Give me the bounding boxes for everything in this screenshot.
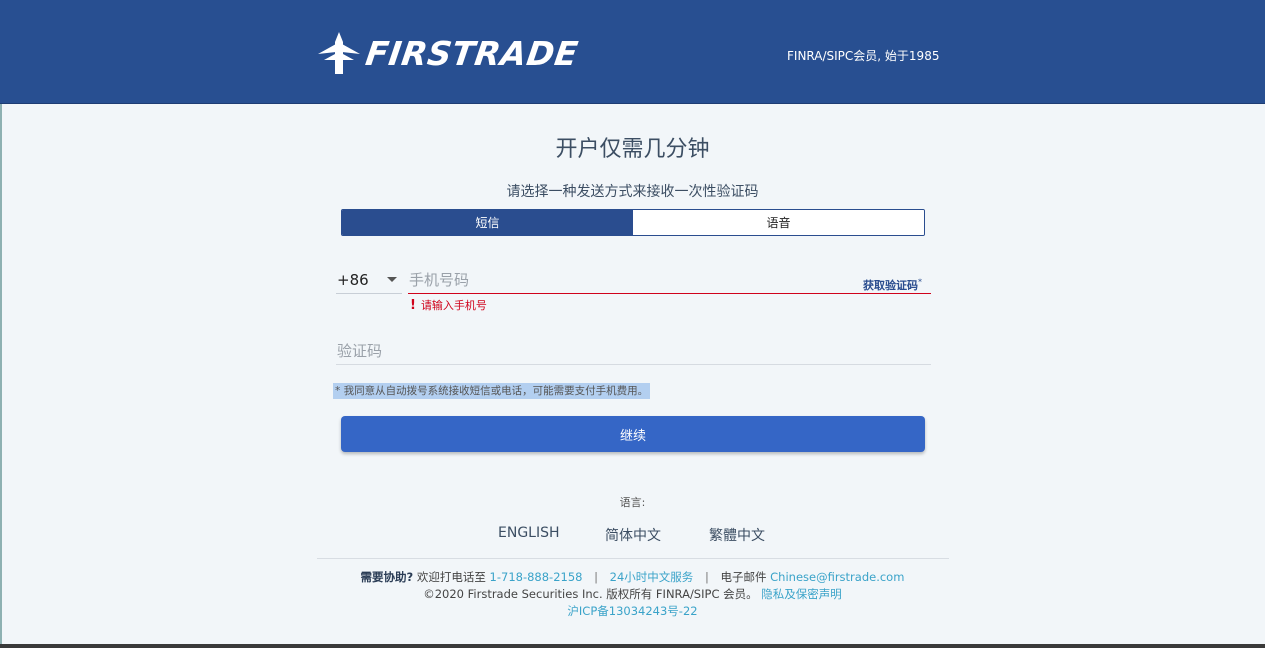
- separator: |: [594, 570, 598, 584]
- phone-error-text: 请输入手机号: [420, 299, 487, 312]
- country-code-value: +86: [337, 271, 369, 289]
- footer-copyright: ©2020 Firstrade Securities Inc. 版权所有 FIN…: [0, 586, 1265, 602]
- get-code-link[interactable]: 获取验证码*: [863, 277, 922, 293]
- country-code-select[interactable]: +86: [336, 266, 402, 294]
- exclamation-icon: !: [410, 297, 416, 313]
- language-english[interactable]: ENGLISH: [498, 525, 560, 541]
- privacy-link[interactable]: 隐私及保密声明: [761, 587, 842, 601]
- tab-sms[interactable]: 短信: [342, 210, 633, 235]
- consent-text: * 我同意从自动拨号系统接收短信或电话，可能需要支付手机费用。: [333, 383, 651, 399]
- page-title: 开户仅需几分钟: [555, 137, 710, 162]
- chinese-service-link[interactable]: 24小时中文服务: [610, 570, 694, 584]
- firstrade-logo[interactable]: FIRSTRADE: [316, 30, 581, 76]
- get-code-marker: *: [918, 277, 922, 287]
- language-simplified-chinese[interactable]: 简体中文: [605, 525, 661, 545]
- phone-row: +86 获取验证码*: [336, 266, 931, 294]
- delivery-method-toggle: 短信 语音: [341, 209, 925, 236]
- brand-name: FIRSTRADE: [363, 33, 581, 73]
- separator: |: [704, 570, 709, 584]
- tab-voice[interactable]: 语音: [633, 210, 924, 235]
- language-traditional-chinese[interactable]: 繁體中文: [709, 525, 765, 545]
- footer-icp: 沪ICP备13034243号-22: [0, 603, 1265, 619]
- language-label: 语言:: [619, 496, 646, 509]
- arrow-logo-icon: [318, 32, 360, 74]
- help-label: 需要协助?: [360, 570, 414, 584]
- phone-error-message: ! 请输入手机号: [410, 297, 487, 313]
- page-subtitle: 请选择一种发送方式来接收一次性验证码: [506, 184, 759, 200]
- phone-link[interactable]: 1-718-888-2158: [490, 570, 583, 584]
- header-bar: FIRSTRADE FINRA/SIPC会员, 始于1985: [0, 0, 1265, 104]
- get-code-label: 获取验证码: [863, 279, 918, 292]
- copyright-text: ©2020 Firstrade Securities Inc. 版权所有 FIN…: [423, 587, 758, 601]
- email-label: 电子邮件: [720, 570, 767, 584]
- footer-divider: [317, 558, 949, 559]
- call-text: 欢迎打电话至: [416, 570, 486, 584]
- icp-link[interactable]: 沪ICP备13034243号-22: [567, 604, 697, 618]
- header-tagline: FINRA/SIPC会员, 始于1985: [787, 49, 940, 63]
- window-bottom-edge: [0, 644, 1265, 648]
- footer-contact: 需要协助? 欢迎打电话至 1-718-888-2158 | 24小时中文服务 |…: [0, 569, 1265, 585]
- continue-button[interactable]: 继续: [341, 416, 925, 452]
- verification-code-input[interactable]: [336, 337, 931, 365]
- email-link[interactable]: Chinese@firstrade.com: [770, 570, 904, 584]
- phone-number-input[interactable]: [408, 266, 931, 294]
- chevron-down-icon: [387, 277, 397, 282]
